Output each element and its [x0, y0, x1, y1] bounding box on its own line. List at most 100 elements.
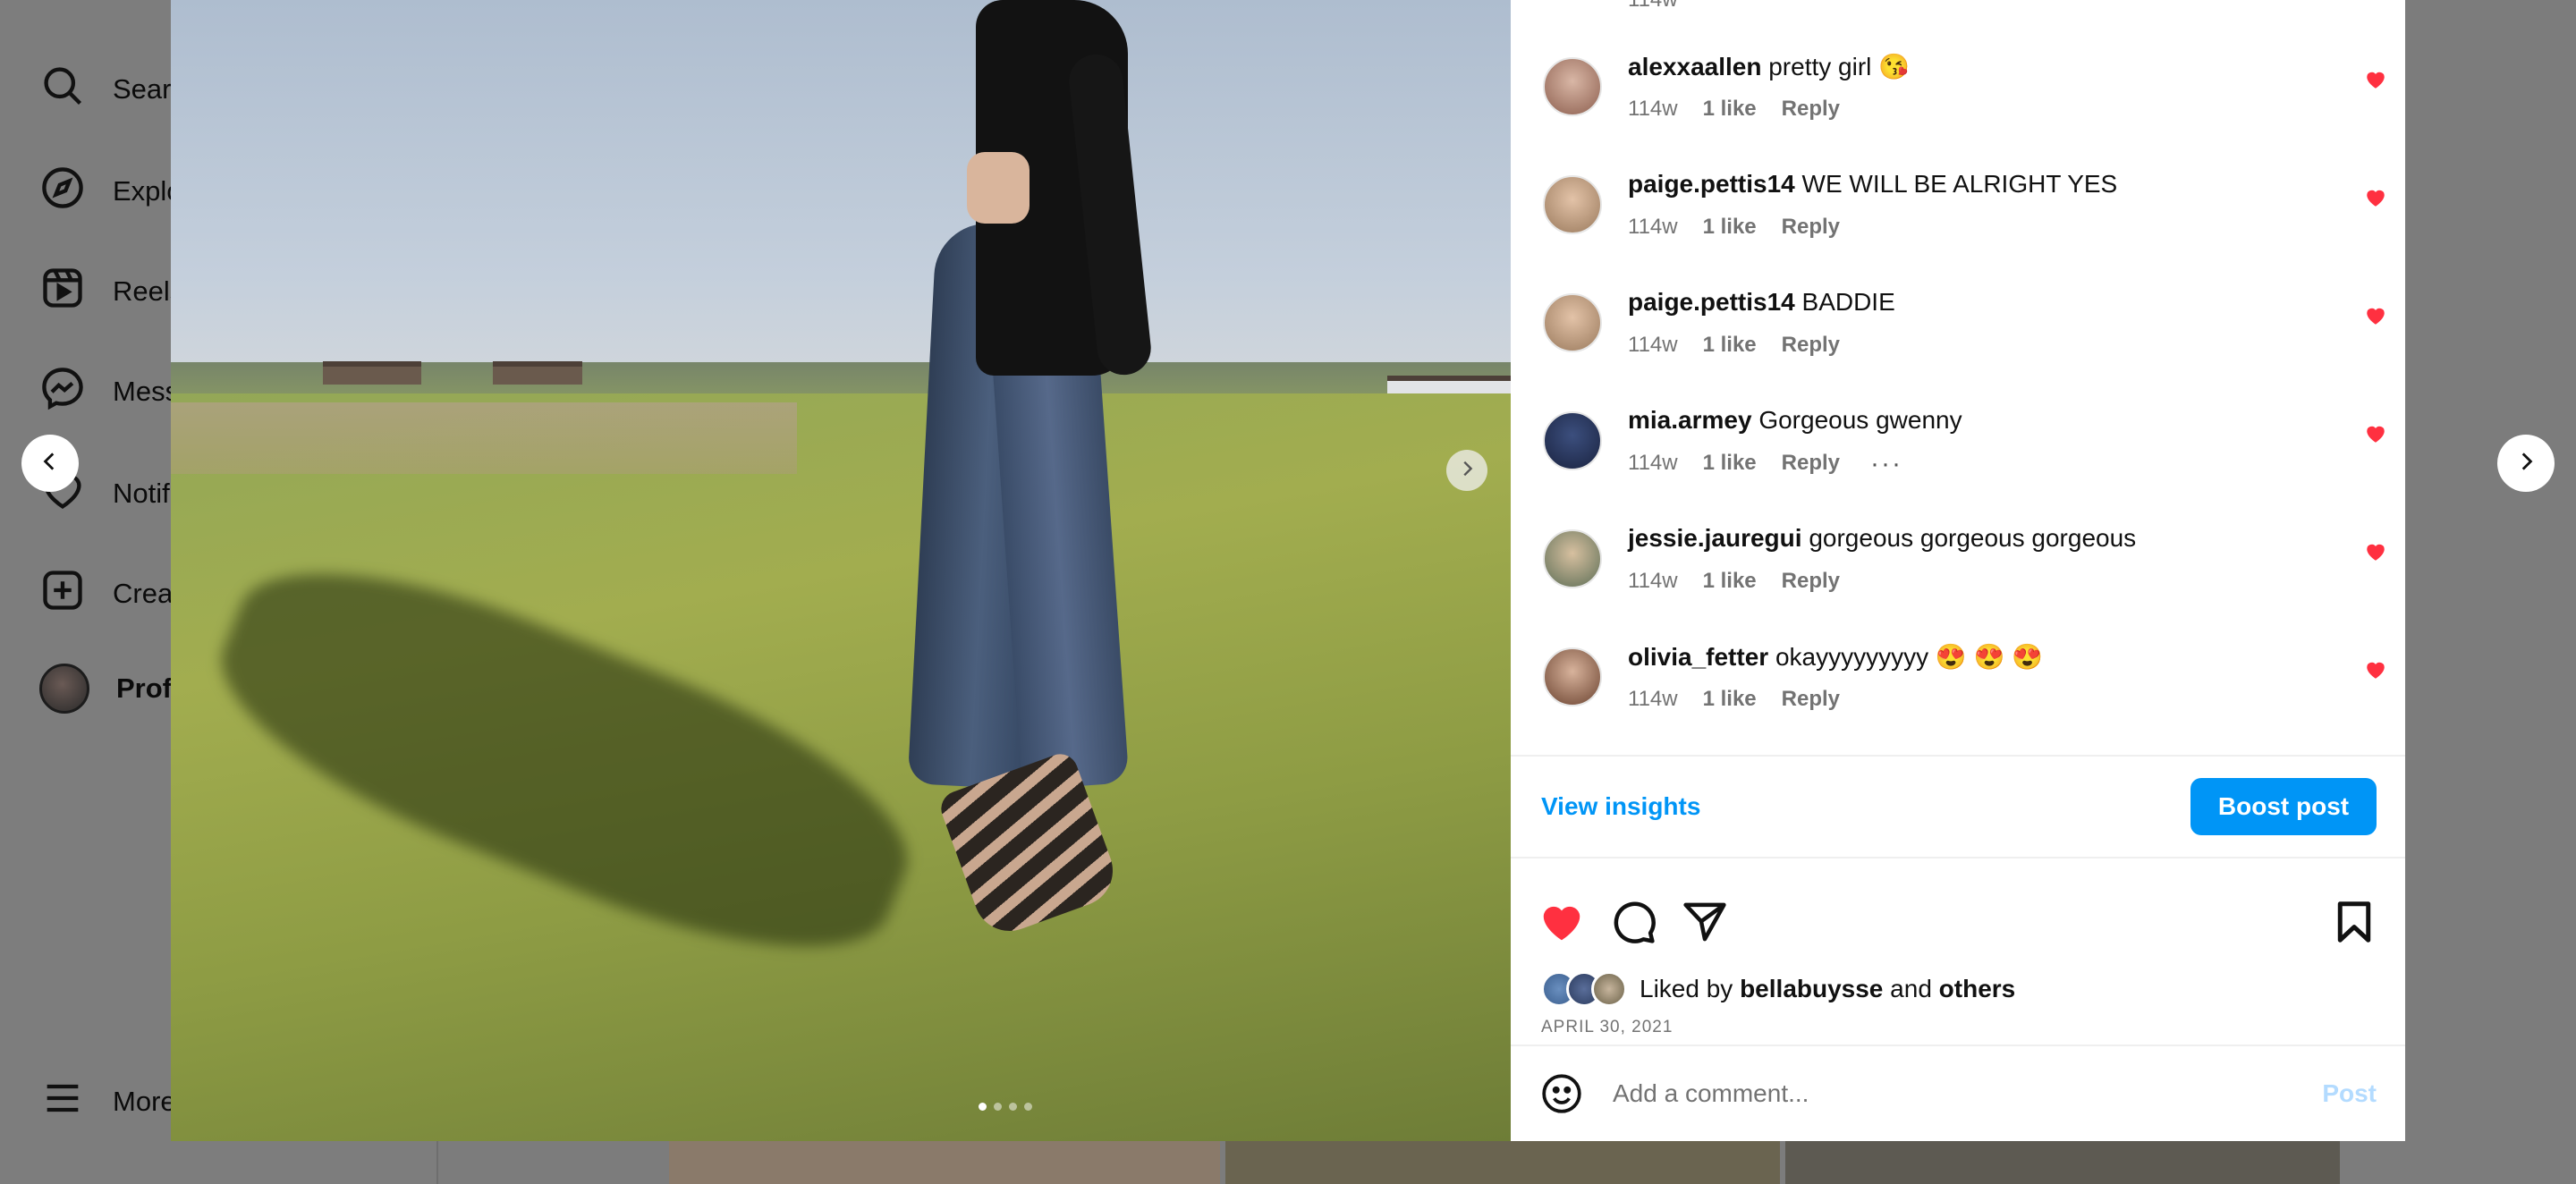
heart-filled-icon[interactable]	[2364, 540, 2387, 563]
reply-button[interactable]: Reply	[1782, 451, 1840, 476]
comment-item: paige.pettis14 WE WILL BE ALRIGHT YES 11…	[1511, 168, 2405, 286]
heart-filled-icon[interactable]	[2364, 186, 2387, 209]
carousel-dot	[1024, 1103, 1032, 1111]
liked-by-prefix: Liked by	[1640, 975, 1733, 1002]
comment-time: 114w	[1628, 687, 1678, 711]
comment-meta: 114w 1 like Reply	[1628, 215, 1840, 240]
liked-by-user[interactable]: bellabuysse	[1740, 975, 1883, 1002]
background-thumbnail	[669, 1137, 1220, 1184]
messenger-icon	[39, 365, 86, 419]
emoji-icon[interactable]	[1539, 1071, 1584, 1116]
comment-likes[interactable]: 1 like	[1703, 215, 1757, 240]
avatar	[39, 664, 89, 714]
comment-text: mia.armey Gorgeous gwenny	[1628, 406, 1962, 435]
comment-username[interactable]: mia.armey	[1628, 406, 1752, 434]
comment-text: alexxaallen pretty girl 😘	[1628, 52, 1910, 81]
background-thumbnail	[1225, 1137, 1780, 1184]
nav-reels[interactable]: Reels	[39, 265, 183, 318]
boost-post-button[interactable]: Boost post	[2190, 778, 2377, 835]
comment-time: 114w	[1628, 0, 1678, 13]
comment-meta: 114w 1 like Reply	[1628, 687, 1840, 712]
comment-body: Gorgeous gwenny	[1758, 406, 1962, 434]
nav-more[interactable]: More	[39, 1075, 176, 1129]
avatar	[1591, 971, 1627, 1007]
reply-button[interactable]: Reply	[1782, 687, 1840, 712]
comment-time: 114w	[1628, 215, 1678, 239]
photo-figure	[967, 152, 1030, 224]
chevron-left-icon	[38, 450, 62, 478]
comment-meta: 114w 1 like Reply	[1628, 569, 1840, 594]
comment-body: okayyyyyyyyy 😍 😍 😍	[1775, 643, 2044, 671]
liked-by-text: Liked by bellabuysse and others	[1640, 975, 2015, 1003]
chevron-right-icon	[2514, 450, 2538, 478]
plus-square-icon	[39, 567, 86, 621]
carousel-dot	[1009, 1103, 1017, 1111]
comment-username[interactable]: jessie.jauregui	[1628, 524, 1802, 552]
post-modal: 114w alexxaallen pretty girl 😘 114w 1 lik…	[171, 0, 2405, 1141]
comment-time: 114w	[1628, 97, 1678, 121]
comment-text: jessie.jauregui gorgeous gorgeous gorgeo…	[1628, 524, 2136, 553]
avatar[interactable]	[1543, 293, 1602, 352]
comment-likes[interactable]: 1 like	[1703, 451, 1757, 476]
comment-username[interactable]: alexxaallen	[1628, 53, 1761, 80]
photo-next-button[interactable]	[1446, 450, 1487, 491]
comment-item: jessie.jauregui gorgeous gorgeous gorgeo…	[1511, 522, 2405, 640]
heart-filled-icon[interactable]	[2364, 304, 2387, 327]
avatar[interactable]	[1543, 57, 1602, 116]
comment-username[interactable]: paige.pettis14	[1628, 170, 1795, 198]
post-photo	[171, 0, 1511, 1141]
post-actions: Liked by bellabuysse and others APRIL 30…	[1511, 858, 2405, 1046]
post-comment-button[interactable]: Post	[2322, 1079, 2377, 1108]
previous-post-button[interactable]	[21, 435, 79, 492]
comment-text: paige.pettis14 BADDIE	[1628, 288, 1895, 317]
reply-button[interactable]: Reply	[1782, 215, 1840, 240]
post-date: APRIL 30, 2021	[1541, 1018, 1674, 1036]
comment-likes[interactable]: 1 like	[1703, 333, 1757, 358]
bookmark-icon[interactable]	[2330, 898, 2378, 946]
comment-icon[interactable]	[1609, 898, 1657, 946]
liked-by-others[interactable]: others	[1939, 975, 2016, 1002]
comment-username[interactable]: paige.pettis14	[1628, 288, 1795, 316]
view-insights-link[interactable]: View insights	[1541, 792, 1700, 821]
comment-time: 114w	[1628, 569, 1678, 593]
comment-meta: 114w 1 like Reply	[1628, 333, 1840, 358]
comment-item: paige.pettis14 BADDIE 114w 1 like Reply	[1511, 286, 2405, 404]
comment-likes[interactable]: 1 like	[1703, 687, 1757, 712]
avatar[interactable]	[1543, 175, 1602, 234]
comment-likes[interactable]: 1 like	[1703, 569, 1757, 594]
comment-item: mia.armey Gorgeous gwenny 114w 1 like Repl…	[1511, 404, 2405, 522]
comment-item: alexxaallen pretty girl 😘 114w 1 like Repl…	[1511, 50, 2405, 168]
reply-button[interactable]: Reply	[1782, 569, 1840, 594]
reply-button[interactable]: Reply	[1782, 333, 1840, 358]
comment-body: gorgeous gorgeous gorgeous	[1809, 524, 2137, 552]
avatar[interactable]	[1543, 411, 1602, 470]
more-options-button[interactable]: ···	[1870, 449, 1902, 479]
share-icon[interactable]	[1681, 898, 1729, 946]
post-side-panel: 114w alexxaallen pretty girl 😘 114w 1 lik…	[1511, 0, 2405, 1141]
chevron-right-icon	[1457, 459, 1477, 483]
comment-username[interactable]: olivia_fetter	[1628, 643, 1768, 671]
comments-list: 114w alexxaallen pretty girl 😘 114w 1 lik…	[1511, 0, 2405, 755]
insights-bar: View insights Boost post	[1511, 755, 2405, 858]
heart-filled-icon[interactable]	[2364, 68, 2387, 91]
menu-icon	[39, 1075, 86, 1129]
comment-likes[interactable]: 1 like	[1703, 97, 1757, 122]
comment-item: olivia_fetter okayyyyyyyyy 😍 😍 😍 114w 1 l…	[1511, 640, 2405, 755]
add-comment-bar: Add a comment... Post	[1511, 1046, 2405, 1141]
comment-body: pretty girl 😘	[1768, 53, 1911, 80]
carousel-dot	[979, 1103, 987, 1111]
photo-house	[493, 361, 582, 385]
comment-meta: 114w 1 like Reply	[1628, 97, 1840, 122]
comment-text: paige.pettis14 WE WILL BE ALRIGHT YES	[1628, 170, 2117, 199]
comment-text: olivia_fetter okayyyyyyyyy 😍 😍 😍	[1628, 642, 2043, 672]
comment-input[interactable]: Add a comment...	[1613, 1079, 2293, 1108]
heart-filled-icon[interactable]	[2364, 658, 2387, 681]
like-heart-icon[interactable]	[1538, 898, 1586, 946]
avatar[interactable]	[1543, 647, 1602, 706]
comment-time: 114w	[1628, 333, 1678, 357]
avatar[interactable]	[1543, 529, 1602, 588]
photo-dirt	[171, 402, 797, 474]
reply-button[interactable]: Reply	[1782, 97, 1840, 122]
heart-filled-icon[interactable]	[2364, 422, 2387, 445]
next-post-button[interactable]	[2497, 435, 2555, 492]
